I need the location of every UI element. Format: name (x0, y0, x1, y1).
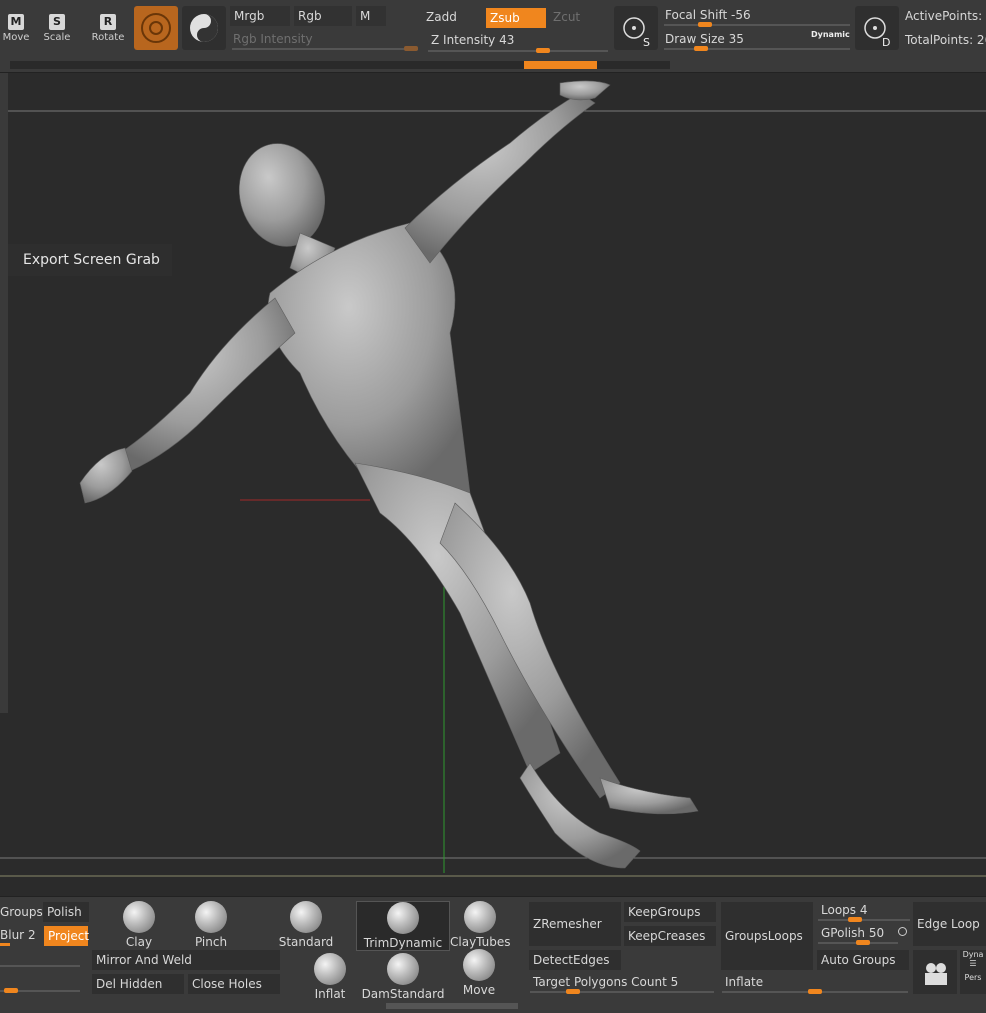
draw-size-slider[interactable] (664, 48, 850, 50)
export-screen-grab-tooltip: Export Screen Grab (8, 244, 172, 276)
focal-shift-knob[interactable] (698, 22, 712, 27)
pinch-brush[interactable]: Pinch (188, 901, 234, 949)
top-toolbar: M Move S Scale R Rotate Mrgb Rgb M Rgb I… (0, 0, 986, 73)
3d-viewport[interactable] (0, 73, 986, 895)
scale-icon: S (49, 14, 65, 30)
damstandard-brush[interactable]: DamStandard (360, 953, 446, 1001)
move-icon: M (8, 14, 24, 30)
gpolish-circle-icon[interactable] (898, 927, 907, 936)
z-intensity-knob[interactable] (536, 48, 550, 53)
loops-track[interactable] (818, 919, 910, 921)
standard-brush-icon (290, 901, 322, 933)
zcut-button[interactable]: Zcut (549, 7, 607, 27)
mirror-and-weld-button[interactable]: Mirror And Weld (92, 950, 280, 970)
sculpt-icon (141, 13, 171, 43)
draw-size-label: Draw Size 35 (665, 32, 744, 46)
clay-brush-icon (123, 901, 155, 933)
stroke-d-icon: D (864, 17, 890, 49)
svg-text:S: S (643, 36, 650, 49)
focal-shift-label: Focal Shift -56 (665, 8, 751, 22)
del-hidden-button[interactable]: Del Hidden (92, 974, 184, 994)
material-sphere-icon (190, 14, 218, 42)
focal-shift-slider[interactable] (664, 24, 850, 26)
sculpt-mode-button[interactable] (134, 6, 178, 50)
rgb-intensity-label: Rgb Intensity (233, 32, 313, 46)
zsub-button[interactable]: Zsub (486, 8, 546, 28)
auto-groups-button[interactable]: Auto Groups (817, 950, 909, 970)
blur-knob[interactable] (0, 943, 10, 946)
inflate-knob[interactable] (808, 989, 822, 994)
claytubes-brush[interactable]: ClayTubes (450, 901, 511, 949)
groupsloops-button[interactable]: GroupsLoops (721, 902, 813, 970)
rgb-button[interactable]: Rgb (294, 6, 352, 26)
polish-button[interactable]: Polish (43, 902, 89, 922)
draw-size-stroke-button[interactable]: D (855, 6, 899, 50)
draw-size-knob[interactable] (694, 46, 708, 51)
stroke-s-icon: S (623, 17, 650, 49)
bottom-shelf: Groups Polish Blur 2 Project Mirror And … (0, 896, 986, 1013)
svg-text:D: D (882, 36, 890, 49)
project-button[interactable]: Project (44, 926, 89, 946)
m-button[interactable]: M (356, 6, 386, 26)
inflat-brush-icon (314, 953, 346, 985)
pinch-brush-icon (195, 901, 227, 933)
edge-loop-button[interactable]: Edge Loop (913, 902, 986, 946)
material-button[interactable] (182, 6, 226, 50)
zremesher-button[interactable]: ZRemesher (529, 902, 621, 946)
left-tray-edge[interactable] (0, 73, 8, 713)
groups-button[interactable]: Groups (0, 902, 43, 922)
camera-icon (925, 963, 947, 985)
perspective-grid-icon: ☰ (969, 959, 977, 968)
scale-button[interactable]: S Scale (35, 10, 79, 50)
focal-shift-stroke-button[interactable]: S (614, 6, 658, 50)
rgb-intensity-slider[interactable] (232, 48, 418, 50)
claytubes-brush-icon (464, 901, 496, 933)
clay-brush[interactable]: Clay (116, 901, 162, 949)
human-figure-model (79, 80, 699, 869)
mrgb-button[interactable]: Mrgb (230, 6, 290, 26)
bottom-left-slider-a[interactable] (0, 965, 80, 967)
standard-brush[interactable]: Standard (278, 901, 334, 949)
rotate-button[interactable]: R Rotate (86, 10, 130, 50)
bottom-left-knob[interactable] (4, 988, 18, 993)
shelf-scroll-handle[interactable] (386, 1003, 518, 1009)
dynamic-toggle[interactable]: Dynamic (811, 30, 850, 39)
move-brush[interactable]: Move (456, 949, 502, 997)
damstandard-brush-icon (387, 953, 419, 985)
target-polygons-slider[interactable]: Target Polygons Count 5 (529, 972, 713, 992)
keepcreases-button[interactable]: KeepCreases (624, 926, 716, 946)
trimdynamic-brush[interactable]: TrimDynamic (356, 901, 450, 951)
target-polygons-track[interactable] (530, 991, 714, 993)
perspective-button[interactable]: Dyna ☰ Pers (960, 950, 986, 994)
blur-slider[interactable]: Blur 2 (0, 925, 38, 945)
z-intensity-slider[interactable] (428, 50, 608, 52)
rotate-icon: R (100, 14, 116, 30)
move-button[interactable]: M Move (0, 10, 38, 50)
loops-knob[interactable] (848, 917, 862, 922)
move-brush-icon (463, 949, 495, 981)
toolbar-scrollbar-thumb[interactable] (524, 61, 597, 69)
inflat-brush[interactable]: Inflat (308, 953, 352, 1001)
trimdynamic-brush-icon (387, 902, 419, 934)
viewport-canvas (0, 80, 986, 877)
camera-button[interactable] (913, 950, 957, 994)
keepgroups-button[interactable]: KeepGroups (624, 902, 716, 922)
detectedges-button[interactable]: DetectEdges (529, 950, 621, 970)
active-points-label: ActivePoints: 2 (905, 9, 986, 23)
rgb-intensity-knob[interactable] (404, 46, 418, 51)
total-points-label: TotalPoints: 26 (905, 33, 986, 47)
target-polygons-knob[interactable] (566, 989, 580, 994)
close-holes-button[interactable]: Close Holes (188, 974, 280, 994)
zadd-button[interactable]: Zadd (422, 7, 482, 27)
z-intensity-label: Z Intensity 43 (431, 33, 515, 47)
gpolish-knob[interactable] (856, 940, 870, 945)
loops-slider[interactable]: Loops 4 (817, 900, 909, 920)
